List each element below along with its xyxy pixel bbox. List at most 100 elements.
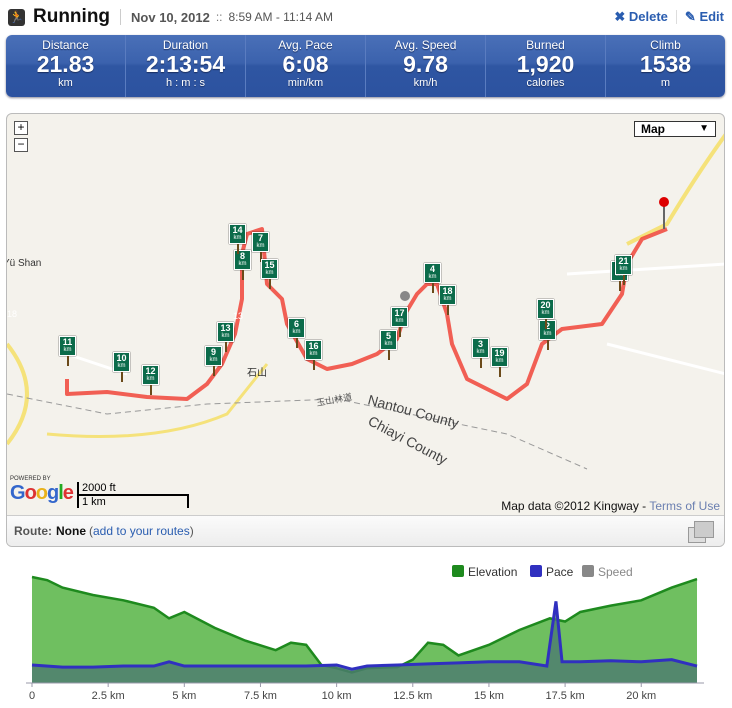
x-tick-label: 2.5 km — [92, 690, 125, 702]
km-marker-20[interactable]: 20 km — [537, 299, 554, 329]
km-number: 18 — [442, 286, 453, 296]
km-unit: km — [221, 333, 230, 339]
elevation-pace-chart: 0 2.5 km 5 km 7.5 km 10 km 12.5 km 15 km 17.5 k… — [26, 565, 704, 702]
legend-label-elevation[interactable]: Elevation — [468, 565, 517, 579]
delete-button[interactable]: ✖ Delete — [614, 9, 668, 25]
km-marker-6[interactable]: 6 km — [288, 318, 305, 348]
km-marker-2[interactable]: 2 km — [539, 320, 556, 350]
km-marker-5[interactable]: 5 km — [380, 330, 397, 360]
km-unit: km — [309, 351, 318, 357]
km-unit: km — [384, 341, 393, 347]
delete-label: Delete — [628, 9, 668, 24]
zoom-out-button[interactable]: − — [14, 138, 28, 152]
km-unit: km — [476, 349, 485, 355]
km-marker-16[interactable]: 16 km — [305, 340, 322, 370]
x-tick-label: 15 km — [474, 690, 504, 702]
map-attribution: Map data ©2012 Kingway - Terms of Use — [501, 499, 720, 513]
km-number: 14 — [232, 225, 243, 235]
x-tick-label: 0 — [29, 690, 35, 702]
km-marker-10[interactable]: 10 km — [113, 352, 130, 382]
km-number: 17 — [394, 308, 405, 318]
x-tick-label: 10 km — [322, 690, 352, 702]
stats-bar: Distance 21.83 km Duration 2:13:54 h : m : sA… — [6, 35, 725, 97]
km-marker-7[interactable]: 7 km — [252, 232, 269, 262]
route-value: None — [56, 524, 86, 538]
km-number: 12 — [145, 366, 156, 376]
route-label: Route: — [14, 524, 52, 538]
terms-link[interactable]: Terms of Use — [649, 499, 720, 513]
dropdown-arrow-icon: ▼ — [699, 123, 709, 134]
map-canvas[interactable]: Nantou County Chiayi County Yü Shan 石山 玉… — [7, 114, 725, 515]
add-route-link[interactable]: add to your routes — [93, 524, 190, 538]
activity-header: 🏃 Running Nov 10, 2012 :: 8:59 AM - 11:1… — [8, 6, 724, 28]
separator: :: — [215, 10, 223, 24]
map[interactable]: Nantou County Chiayi County Yü Shan 石山 玉… — [6, 113, 725, 547]
km-marker-19[interactable]: 19 km — [491, 347, 508, 377]
km-unit: km — [541, 310, 550, 316]
stat-label: Avg. Pace — [278, 38, 333, 52]
x-tick-label: 5 km — [172, 690, 196, 702]
km-marker-13[interactable]: 13 km — [217, 322, 234, 352]
google-logo[interactable]: POWERED BY Google — [10, 476, 74, 505]
map-type-select[interactable]: Map ▼ — [634, 121, 716, 137]
pencil-icon: ✎ — [684, 9, 700, 24]
km-number: 15 — [264, 260, 275, 270]
google-wordmark: Google — [10, 482, 74, 504]
activity-title: Running — [33, 6, 111, 27]
km-number: 16 — [308, 341, 319, 351]
stat-distance: Distance 21.83 km — [6, 35, 126, 97]
close-icon: ✖ — [614, 9, 629, 24]
stat-avg-speed: Avg. Speed 9.78 km/h — [366, 35, 486, 97]
start-pin-icon — [400, 291, 410, 301]
stat-climb: Climb 1538 m — [606, 35, 725, 97]
km-marker-17[interactable]: 17 km — [391, 307, 408, 337]
legend-swatch-pace[interactable] — [530, 565, 542, 577]
legend-label-speed[interactable]: Speed — [598, 565, 633, 579]
stat-value: 1538 — [639, 51, 692, 77]
stat-value: 1,920 — [516, 51, 575, 77]
km-marker-12[interactable]: 12 km — [142, 365, 159, 395]
km-unit: km — [443, 296, 452, 302]
stat-unit: km — [58, 77, 73, 89]
stat-label: Distance — [42, 38, 89, 52]
activity-date: Nov 10, 2012 — [131, 9, 210, 25]
km-unit: km — [256, 243, 265, 249]
end-pin-icon — [659, 197, 669, 207]
km-number: 9 — [210, 347, 216, 357]
km-number: 21 — [618, 256, 629, 266]
stat-unit: min/km — [287, 77, 324, 89]
km-number: 3 — [477, 339, 483, 349]
km-marker-11[interactable]: 11 km — [59, 336, 76, 366]
legend-label-pace[interactable]: Pace — [546, 565, 574, 579]
stat-unit: km/h — [413, 77, 438, 89]
x-tick-label: 17.5 km — [546, 690, 585, 702]
km-marker-14[interactable]: 14 km — [229, 224, 246, 254]
layers-button[interactable] — [688, 521, 714, 543]
stat-value: 21.83 — [36, 51, 95, 77]
edit-button[interactable]: ✎ Edit — [685, 9, 724, 25]
km-marker-4[interactable]: 4 km — [424, 263, 441, 293]
km-unit: km — [495, 358, 504, 364]
km-unit: km — [292, 329, 301, 335]
route-shield: 18 — [7, 309, 17, 319]
km-marker-21[interactable]: 21 km — [615, 255, 632, 285]
km-number: 20 — [540, 300, 551, 310]
km-marker-9[interactable]: 9 km — [205, 346, 222, 376]
stat-value: 6:08 — [282, 51, 329, 77]
km-number: 8 — [239, 251, 245, 261]
legend-swatch-elevation[interactable] — [452, 565, 464, 577]
km-marker-15[interactable]: 15 km — [261, 259, 278, 289]
km-marker-3[interactable]: 3 km — [472, 338, 489, 368]
x-tick-label: 20 km — [626, 690, 656, 702]
x-tick-label: 12.5 km — [393, 690, 432, 702]
km-unit: km — [619, 266, 628, 272]
km-number: 10 — [116, 353, 127, 363]
km-number: 11 — [62, 337, 73, 347]
stat-unit: calories — [526, 77, 565, 89]
km-unit: km — [543, 331, 552, 337]
zoom-in-button[interactable]: + — [14, 121, 28, 135]
runner-icon: 🏃 — [8, 8, 25, 26]
km-number: 13 — [220, 323, 231, 333]
km-marker-18[interactable]: 18 km — [439, 285, 456, 315]
legend-swatch-speed[interactable] — [582, 565, 594, 577]
